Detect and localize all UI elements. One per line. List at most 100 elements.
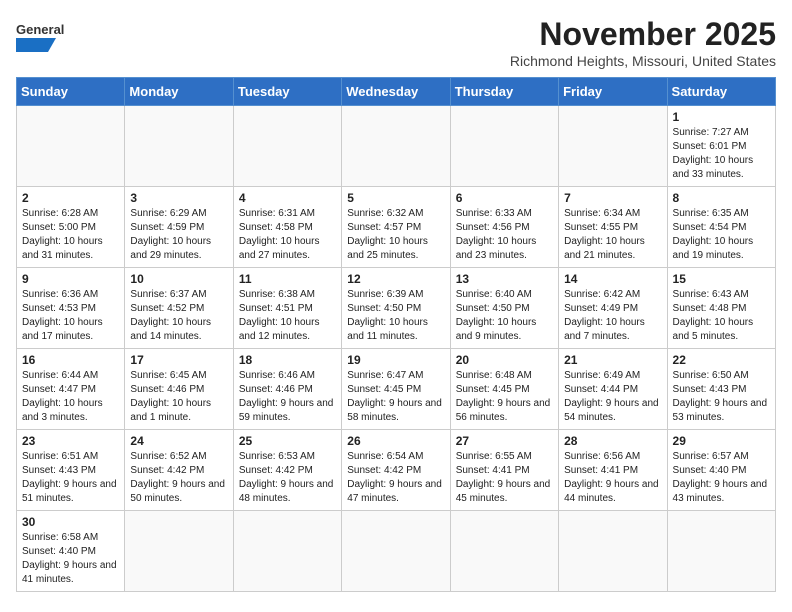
day-info: Sunrise: 6:45 AM Sunset: 4:46 PM Dayligh… [130,369,227,425]
day-number: 29 [673,434,770,448]
day-number: 30 [22,515,119,529]
day-number: 15 [673,272,770,286]
calendar-cell: 10Sunrise: 6:37 AM Sunset: 4:52 PM Dayli… [125,268,233,349]
day-info: Sunrise: 6:48 AM Sunset: 4:45 PM Dayligh… [456,369,553,425]
day-number: 1 [673,110,770,124]
calendar-cell: 24 Sunrise: 6:52 AM Sunset: 4:42 PM Dayli… [125,430,233,511]
calendar-cell [450,106,558,187]
weekday-header: Monday [125,78,233,106]
calendar-cell: 12Sunrise: 6:39 AM Sunset: 4:50 PM Dayli… [342,268,450,349]
calendar-cell [125,106,233,187]
day-number: 23 [22,434,119,448]
day-number: 11 [239,272,336,286]
day-number: 9 [22,272,119,286]
weekday-header: Thursday [450,78,558,106]
calendar-cell: 17Sunrise: 6:45 AM Sunset: 4:46 PM Dayli… [125,349,233,430]
calendar-cell: 23 Sunrise: 6:51 AM Sunset: 4:43 PM Dayli… [17,430,125,511]
calendar-cell [342,106,450,187]
day-number: 21 [564,353,661,367]
day-number: 8 [673,191,770,205]
day-number: 13 [456,272,553,286]
calendar-cell: 20 Sunrise: 6:48 AM Sunset: 4:45 PM Dayli… [450,349,558,430]
day-number: 6 [456,191,553,205]
calendar-cell: 4Sunrise: 6:31 AM Sunset: 4:58 PM Daylig… [233,187,341,268]
calendar-cell [125,511,233,592]
day-info: Sunrise: 6:52 AM Sunset: 4:42 PM Dayligh… [130,450,227,506]
calendar-cell [233,106,341,187]
calendar-week-row: 9 Sunrise: 6:36 AM Sunset: 4:53 PM Daylig… [17,268,776,349]
calendar-cell: 2 Sunrise: 6:28 AM Sunset: 5:00 PM Daylig… [17,187,125,268]
day-number: 20 [456,353,553,367]
day-info: Sunrise: 6:33 AM Sunset: 4:56 PM Dayligh… [456,207,553,263]
day-info: Sunrise: 6:37 AM Sunset: 4:52 PM Dayligh… [130,288,227,344]
calendar-cell [17,106,125,187]
weekday-header-row: SundayMondayTuesdayWednesdayThursdayFrid… [17,78,776,106]
day-info: Sunrise: 6:36 AM Sunset: 4:53 PM Dayligh… [22,288,119,344]
calendar-week-row: 23 Sunrise: 6:51 AM Sunset: 4:43 PM Dayli… [17,430,776,511]
calendar-cell: 7Sunrise: 6:34 AM Sunset: 4:55 PM Daylig… [559,187,667,268]
calendar-cell: 13Sunrise: 6:40 AM Sunset: 4:50 PM Dayli… [450,268,558,349]
day-info: Sunrise: 6:46 AM Sunset: 4:46 PM Dayligh… [239,369,336,425]
day-info: Sunrise: 6:58 AM Sunset: 4:40 PM Dayligh… [22,531,119,587]
day-number: 14 [564,272,661,286]
day-info: Sunrise: 6:47 AM Sunset: 4:45 PM Dayligh… [347,369,444,425]
day-number: 2 [22,191,119,205]
calendar-cell: 15 Sunrise: 6:43 AM Sunset: 4:48 PM Dayli… [667,268,775,349]
calendar-cell: 5 Sunrise: 6:32 AM Sunset: 4:57 PM Daylig… [342,187,450,268]
day-info: Sunrise: 6:29 AM Sunset: 4:59 PM Dayligh… [130,207,227,263]
calendar-cell: 19 Sunrise: 6:47 AM Sunset: 4:45 PM Dayli… [342,349,450,430]
day-number: 24 [130,434,227,448]
day-info: Sunrise: 6:56 AM Sunset: 4:41 PM Dayligh… [564,450,661,506]
weekday-header: Sunday [17,78,125,106]
day-number: 12 [347,272,444,286]
weekday-header: Tuesday [233,78,341,106]
month-title: November 2025 [510,16,776,53]
day-number: 18 [239,353,336,367]
day-number: 22 [673,353,770,367]
day-info: Sunrise: 6:54 AM Sunset: 4:42 PM Dayligh… [347,450,444,506]
logo: General [16,16,66,56]
calendar-cell: 14 Sunrise: 6:42 AM Sunset: 4:49 PM Dayli… [559,268,667,349]
calendar-cell: 1 Sunrise: 7:27 AM Sunset: 6:01 PM Daylig… [667,106,775,187]
day-info: Sunrise: 6:57 AM Sunset: 4:40 PM Dayligh… [673,450,770,506]
calendar-cell: 26 Sunrise: 6:54 AM Sunset: 4:42 PM Dayli… [342,430,450,511]
day-info: Sunrise: 6:28 AM Sunset: 5:00 PM Dayligh… [22,207,119,263]
day-info: Sunrise: 6:32 AM Sunset: 4:57 PM Dayligh… [347,207,444,263]
title-area: November 2025 Richmond Heights, Missouri… [510,16,776,69]
day-number: 19 [347,353,444,367]
location-title: Richmond Heights, Missouri, United State… [510,53,776,69]
calendar-week-row: 16 Sunrise: 6:44 AM Sunset: 4:47 PM Dayli… [17,349,776,430]
weekday-header: Friday [559,78,667,106]
calendar-week-row: 2 Sunrise: 6:28 AM Sunset: 5:00 PM Daylig… [17,187,776,268]
calendar-cell [450,511,558,592]
day-number: 27 [456,434,553,448]
calendar-cell: 28 Sunrise: 6:56 AM Sunset: 4:41 PM Dayli… [559,430,667,511]
weekday-header: Wednesday [342,78,450,106]
day-info: Sunrise: 6:42 AM Sunset: 4:49 PM Dayligh… [564,288,661,344]
weekday-header: Saturday [667,78,775,106]
day-info: Sunrise: 6:49 AM Sunset: 4:44 PM Dayligh… [564,369,661,425]
calendar-cell: 25Sunrise: 6:53 AM Sunset: 4:42 PM Dayli… [233,430,341,511]
calendar-cell: 3Sunrise: 6:29 AM Sunset: 4:59 PM Daylig… [125,187,233,268]
day-number: 7 [564,191,661,205]
day-number: 16 [22,353,119,367]
day-number: 26 [347,434,444,448]
calendar-cell [559,511,667,592]
day-info: Sunrise: 6:51 AM Sunset: 4:43 PM Dayligh… [22,450,119,506]
day-number: 28 [564,434,661,448]
day-info: Sunrise: 6:35 AM Sunset: 4:54 PM Dayligh… [673,207,770,263]
calendar-cell: 27Sunrise: 6:55 AM Sunset: 4:41 PM Dayli… [450,430,558,511]
calendar-cell: 21 Sunrise: 6:49 AM Sunset: 4:44 PM Dayli… [559,349,667,430]
day-info: Sunrise: 6:38 AM Sunset: 4:51 PM Dayligh… [239,288,336,344]
svg-text:General: General [16,22,64,37]
day-info: Sunrise: 6:31 AM Sunset: 4:58 PM Dayligh… [239,207,336,263]
day-number: 5 [347,191,444,205]
calendar-cell: 30 Sunrise: 6:58 AM Sunset: 4:40 PM Dayli… [17,511,125,592]
day-info: Sunrise: 6:44 AM Sunset: 4:47 PM Dayligh… [22,369,119,425]
day-info: Sunrise: 7:27 AM Sunset: 6:01 PM Dayligh… [673,126,770,182]
day-info: Sunrise: 6:43 AM Sunset: 4:48 PM Dayligh… [673,288,770,344]
day-number: 25 [239,434,336,448]
calendar-cell [233,511,341,592]
calendar-cell: 16 Sunrise: 6:44 AM Sunset: 4:47 PM Dayli… [17,349,125,430]
day-info: Sunrise: 6:50 AM Sunset: 4:43 PM Dayligh… [673,369,770,425]
